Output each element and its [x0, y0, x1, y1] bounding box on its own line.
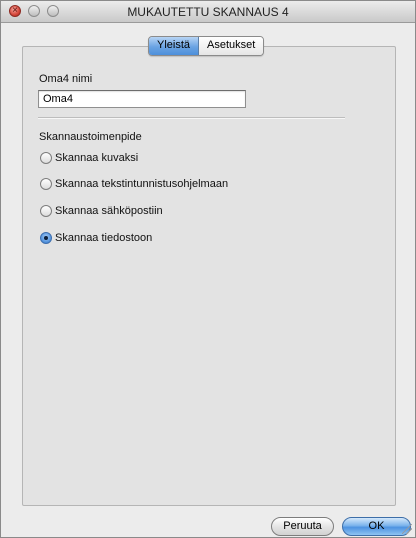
separator: [38, 117, 345, 119]
tab-general[interactable]: Yleistä: [149, 37, 200, 55]
radio-button[interactable]: [40, 152, 52, 164]
radio-label: Skannaa sähköpostiin: [55, 205, 163, 217]
radio-scan-to-ocr[interactable]: Skannaa tekstintunnistusohjelmaan: [40, 177, 228, 191]
dialog-window: × MUKAUTETTU SKANNAUS 4 Yleistä Asetukse…: [0, 0, 416, 538]
radio-label: Skannaa kuvaksi: [55, 152, 139, 164]
radio-scan-to-file[interactable]: Skannaa tiedostoon: [40, 231, 152, 245]
title-bar[interactable]: × MUKAUTETTU SKANNAUS 4: [1, 1, 415, 23]
radio-scan-to-image[interactable]: Skannaa kuvaksi: [40, 151, 138, 165]
radio-label: Skannaa tiedostoon: [55, 232, 153, 244]
cancel-button[interactable]: Peruuta: [271, 517, 334, 536]
tab-panel: [22, 46, 396, 506]
tab-settings[interactable]: Asetukset: [199, 37, 264, 55]
name-label: Oma4 nimi: [39, 73, 93, 85]
name-input[interactable]: [38, 90, 246, 108]
tab-bar: Yleistä Asetukset: [148, 36, 265, 56]
ok-button[interactable]: OK: [342, 517, 411, 536]
radio-button[interactable]: [40, 205, 52, 217]
radio-button-selected[interactable]: [40, 232, 52, 244]
radio-scan-to-email[interactable]: Skannaa sähköpostiin: [40, 204, 163, 218]
radio-button[interactable]: [40, 178, 52, 190]
resize-grip-icon[interactable]: [402, 524, 412, 534]
radio-label: Skannaa tekstintunnistusohjelmaan: [55, 178, 229, 190]
scan-action-label: Skannaustoimenpide: [39, 131, 142, 143]
window-title: MUKAUTETTU SKANNAUS 4: [127, 5, 289, 19]
